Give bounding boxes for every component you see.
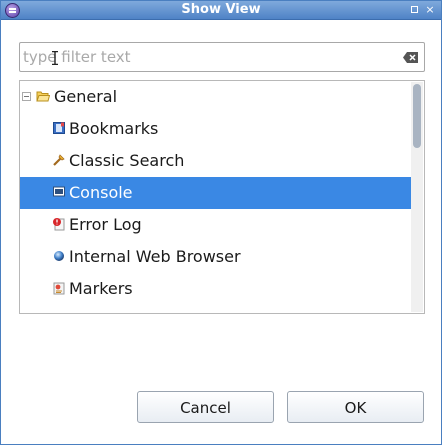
tree-group-label: General	[54, 87, 118, 106]
restore-button[interactable]	[407, 3, 421, 17]
show-view-dialog: Show View × General	[0, 0, 442, 445]
tree-item-label: Classic Search	[69, 151, 185, 170]
clear-filter-icon[interactable]	[403, 52, 418, 63]
dialog-title: Show View	[181, 2, 261, 17]
filter-box	[19, 42, 425, 72]
ok-button[interactable]: OK	[287, 391, 424, 423]
tree-item-label: Internal Web Browser	[69, 247, 241, 266]
tree-group-general[interactable]: General	[20, 81, 412, 113]
title-bar[interactable]: Show View ×	[1, 1, 441, 20]
tree-item-markers[interactable]: Markers	[20, 273, 412, 305]
web-browser-icon	[54, 251, 64, 261]
tree-item-bookmarks[interactable]: Bookmarks	[20, 113, 412, 145]
tree-item-console[interactable]: Console	[20, 177, 412, 209]
tree-item-label: Markers	[69, 279, 133, 298]
classic-search-icon	[53, 154, 65, 166]
text-cursor-icon	[52, 51, 58, 65]
tree-item-classic-search[interactable]: Classic Search	[20, 145, 412, 177]
error-log-icon	[53, 218, 65, 231]
console-icon	[53, 186, 65, 197]
tree-scrollbar[interactable]	[411, 82, 423, 312]
cancel-button[interactable]: Cancel	[137, 391, 274, 423]
tree-item-label: Bookmarks	[69, 119, 159, 138]
view-tree: General Bookmarks Classic Search Console	[19, 80, 425, 314]
filter-input[interactable]	[23, 46, 393, 68]
tree-item-internal-web-browser[interactable]: Internal Web Browser	[20, 241, 412, 273]
close-icon: ×	[425, 3, 435, 16]
tree-item-label: Error Log	[69, 215, 142, 234]
tree-item-label: Console	[69, 183, 133, 202]
restore-icon	[410, 6, 418, 13]
folder-icon	[36, 91, 50, 102]
scrollbar-thumb[interactable]	[413, 84, 421, 148]
collapse-icon[interactable]	[22, 92, 31, 101]
close-button[interactable]: ×	[423, 3, 437, 17]
markers-icon	[53, 282, 65, 295]
tree-item-error-log[interactable]: Error Log	[20, 209, 412, 241]
bookmarks-icon	[53, 122, 65, 134]
